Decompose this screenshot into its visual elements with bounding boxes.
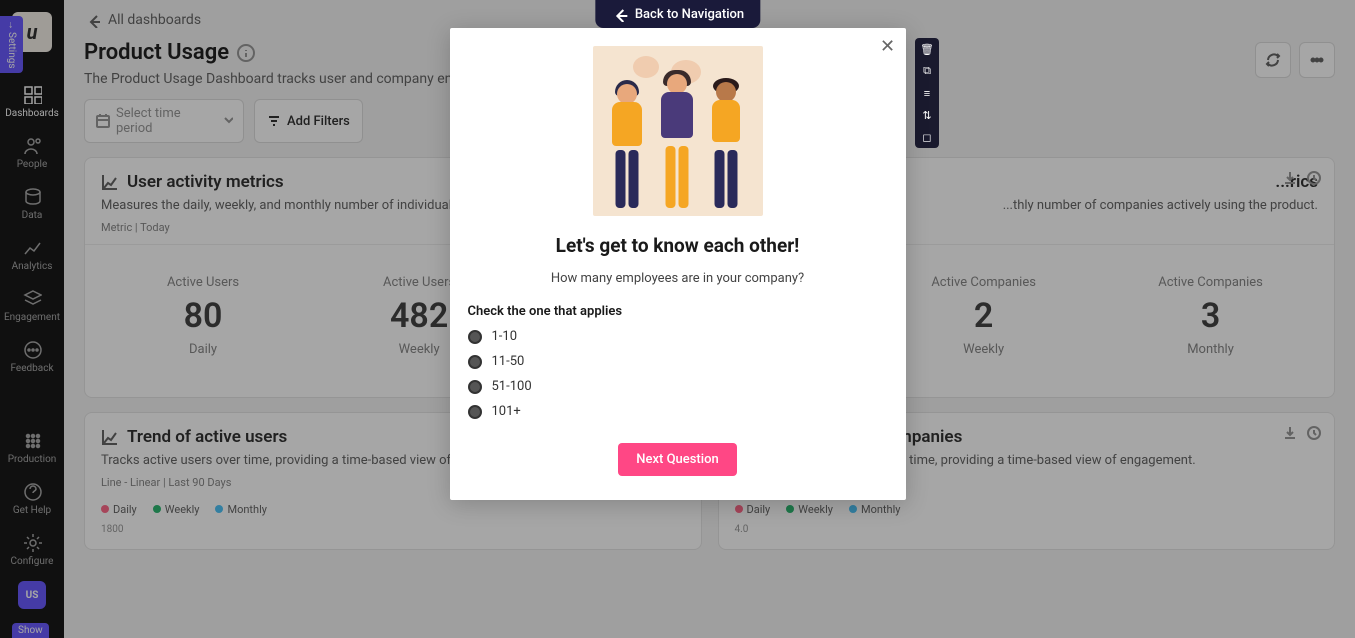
list-icon[interactable]: ≡ (920, 86, 934, 100)
close-button[interactable]: ✕ (878, 36, 898, 56)
radio-icon (468, 380, 482, 394)
copy-icon[interactable]: ⧉ (920, 64, 934, 78)
swap-icon[interactable]: ⇅ (920, 108, 934, 122)
survey-modal: ✕ Let's get to kno (450, 28, 906, 500)
option-101-plus[interactable]: 101+ (468, 404, 888, 419)
back-to-navigation-button[interactable]: Back to Navigation (595, 0, 760, 28)
side-toolbar: 🗑 ⧉ ≡ ⇅ ◻ (915, 38, 939, 148)
modal-title: Let's get to know each other! (450, 234, 906, 257)
next-question-button[interactable]: Next Question (618, 443, 736, 476)
radio-icon (468, 330, 482, 344)
radio-icon (468, 405, 482, 419)
modal-instruction: Check the one that applies (468, 304, 888, 319)
trash-icon[interactable]: 🗑 (920, 42, 934, 56)
option-11-50[interactable]: 11-50 (468, 354, 888, 369)
radio-icon (468, 355, 482, 369)
option-1-10[interactable]: 1-10 (468, 329, 888, 344)
arrow-left-icon (611, 6, 627, 22)
modal-subtitle: How many employees are in your company? (450, 271, 906, 286)
modal-illustration (593, 46, 763, 216)
option-51-100[interactable]: 51-100 (468, 379, 888, 394)
bookmark-icon[interactable]: ◻ (920, 130, 934, 144)
